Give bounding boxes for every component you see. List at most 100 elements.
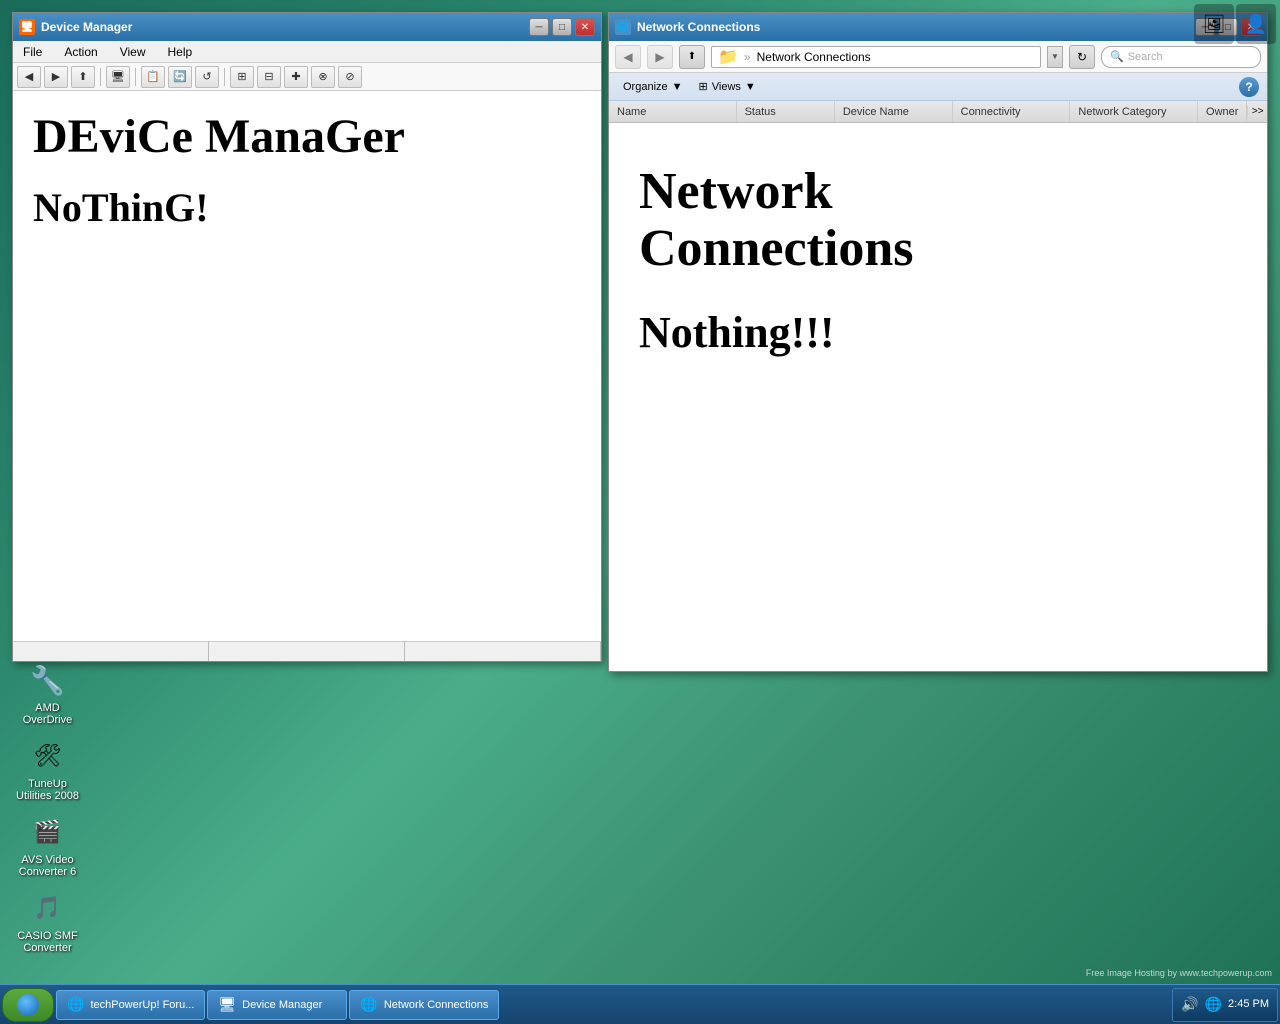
toolbar-properties[interactable]: 📋 [141, 66, 165, 88]
col-connectivity[interactable]: Connectivity [953, 101, 1071, 122]
network-addressbar: ◀ ▶ ⬆ 📁 » Network Connections ▼ ↻ 🔍 Sear… [609, 41, 1267, 73]
taskbar-nc-label: Network Connections [384, 999, 489, 1011]
toolbar-btn1[interactable]: ⊞ [230, 66, 254, 88]
toolbar-btn4[interactable]: ⊗ [311, 66, 335, 88]
col-owner[interactable]: Owner [1198, 101, 1247, 122]
start-button[interactable] [2, 988, 54, 1022]
toolbar-update[interactable]: 🔄 [168, 66, 192, 88]
addr-dropdown-button[interactable]: ▼ [1047, 46, 1063, 68]
tray-icon1: 🔊 [1181, 996, 1198, 1013]
network-toolbar: Organize ▼ ⊞ Views ▼ ? [609, 73, 1267, 101]
col-network-category[interactable]: Network Category [1070, 101, 1198, 122]
col-status[interactable]: Status [737, 101, 835, 122]
menu-action[interactable]: Action [58, 43, 103, 61]
device-manager-statusbar [13, 641, 601, 661]
taskbar-techpowerup-label: techPowerUp! Foru... [90, 999, 194, 1011]
col-name[interactable]: Name [609, 101, 737, 122]
toolbar-undo[interactable]: ↺ [195, 66, 219, 88]
amd-icon-img: 🔧 [28, 660, 68, 700]
desktop-icon-avs[interactable]: 🎬 AVS VideoConverter 6 [10, 812, 85, 878]
toolbar-up[interactable]: ⬆ [71, 66, 95, 88]
organize-button[interactable]: Organize ▼ [617, 76, 689, 98]
window-controls: ─ □ ✕ [529, 18, 595, 36]
desktop-icons: 🔧 AMDOverDrive 🛠 TuneUpUtilities 2008 🎬 … [10, 660, 85, 954]
network-nothing: Nothing!!! [639, 307, 1237, 358]
search-placeholder: Search [1128, 51, 1163, 63]
taskbar-techpowerup[interactable]: 🌐 techPowerUp! Foru... [56, 990, 205, 1020]
top-right-icon2[interactable]: 👤 [1236, 4, 1276, 44]
toolbar-computer[interactable]: 🖥 [106, 66, 130, 88]
taskbar: 🌐 techPowerUp! Foru... 🖥 Device Manager … [0, 984, 1280, 1024]
start-orb [17, 994, 39, 1016]
network-icon: 🌐 [615, 19, 631, 35]
taskbar-techpowerup-icon: 🌐 [67, 996, 84, 1013]
toolbar-back[interactable]: ◀ [17, 66, 41, 88]
toolbar-btn2[interactable]: ⊟ [257, 66, 281, 88]
views-button[interactable]: ⊞ Views ▼ [693, 76, 762, 98]
taskbar-dm-label: Device Manager [242, 999, 322, 1011]
device-manager-content: DEviCe ManaGer NoThinG! [13, 91, 601, 641]
toolbar-sep1 [100, 68, 101, 86]
addr-up-button[interactable]: ⬆ [679, 45, 705, 69]
device-manager-menubar: File Action View Help [13, 41, 601, 63]
watermark-text: Free Image Hosting by www.techpowerup.co… [1086, 968, 1272, 978]
tuneup-icon-img: 🛠 [28, 736, 68, 776]
col-more[interactable]: >> [1247, 106, 1267, 117]
views-label: Views [712, 81, 741, 93]
avs-icon-label: AVS VideoConverter 6 [19, 854, 76, 878]
help-button[interactable]: ? [1239, 77, 1259, 97]
views-icon: ⊞ [699, 80, 708, 93]
network-title: Network Connections [637, 20, 760, 34]
menu-view[interactable]: View [114, 43, 152, 61]
maximize-button[interactable]: □ [552, 18, 572, 36]
nc-line1: Network [639, 163, 833, 220]
toolbar-btn5[interactable]: ⊘ [338, 66, 362, 88]
net-titlebar-left: 🌐 Network Connections [615, 19, 760, 35]
device-manager-titlebar[interactable]: 🖥 Device Manager ─ □ ✕ [13, 13, 601, 41]
top-right-icon1[interactable]: 🖼 [1194, 4, 1234, 44]
close-button[interactable]: ✕ [575, 18, 595, 36]
menu-help[interactable]: Help [162, 43, 199, 61]
addr-separator: » [744, 50, 751, 64]
tray-icon2: 🌐 [1205, 996, 1222, 1013]
taskbar-network-connections[interactable]: 🌐 Network Connections [349, 990, 499, 1020]
addr-back-button[interactable]: ◀ [615, 45, 641, 69]
device-manager-heading: DEviCe ManaGer [33, 111, 581, 164]
organize-label: Organize [623, 81, 668, 93]
search-icon: 🔍 [1110, 50, 1124, 63]
toolbar-sep3 [224, 68, 225, 86]
avs-icon-img: 🎬 [28, 812, 68, 852]
titlebar-left: 🖥 Device Manager [19, 19, 132, 35]
network-titlebar[interactable]: 🌐 Network Connections ─ □ ✕ [609, 13, 1267, 41]
organize-chevron: ▼ [672, 81, 683, 93]
addr-refresh-button[interactable]: ↻ [1069, 45, 1095, 69]
toolbar-btn3[interactable]: ✚ [284, 66, 308, 88]
statusbar-seg3 [405, 642, 601, 661]
addr-forward-button[interactable]: ▶ [647, 45, 673, 69]
taskbar-dm-icon: 🖥 [218, 996, 236, 1013]
desktop-icon-amd[interactable]: 🔧 AMDOverDrive [10, 660, 85, 726]
system-tray: 🔊 🌐 2:45 PM [1172, 988, 1278, 1022]
desktop-icon-casio[interactable]: 🎵 CASIO SMFConverter [10, 888, 85, 954]
addr-path-text: Network Connections [757, 50, 871, 64]
menu-file[interactable]: File [17, 43, 48, 61]
search-box[interactable]: 🔍 Search [1101, 46, 1261, 68]
amd-icon-label: AMDOverDrive [23, 702, 73, 726]
taskbar-device-manager[interactable]: 🖥 Device Manager [207, 990, 347, 1020]
casio-icon-label: CASIO SMFConverter [17, 930, 78, 954]
device-manager-window: 🖥 Device Manager ─ □ ✕ File Action View … [12, 12, 602, 662]
col-device-name[interactable]: Device Name [835, 101, 953, 122]
tuneup-icon-label: TuneUpUtilities 2008 [16, 778, 79, 802]
address-path[interactable]: 📁 » Network Connections [711, 46, 1041, 68]
top-right-icons: 🖼 👤 [1190, 0, 1280, 48]
toolbar-sep2 [135, 68, 136, 86]
taskbar-nc-icon: 🌐 [360, 996, 377, 1013]
clock: 2:45 PM [1228, 997, 1269, 1011]
toolbar-forward[interactable]: ▶ [44, 66, 68, 88]
desktop-icon-tuneup[interactable]: 🛠 TuneUpUtilities 2008 [10, 736, 85, 802]
column-headers: Name Status Device Name Connectivity Net… [609, 101, 1267, 123]
minimize-button[interactable]: ─ [529, 18, 549, 36]
folder-icon: 📁 [718, 47, 738, 67]
device-manager-toolbar: ◀ ▶ ⬆ 🖥 📋 🔄 ↺ ⊞ ⊟ ✚ ⊗ ⊘ [13, 63, 601, 91]
network-connections-window: 🌐 Network Connections ─ □ ✕ ◀ ▶ ⬆ 📁 » Ne… [608, 12, 1268, 672]
